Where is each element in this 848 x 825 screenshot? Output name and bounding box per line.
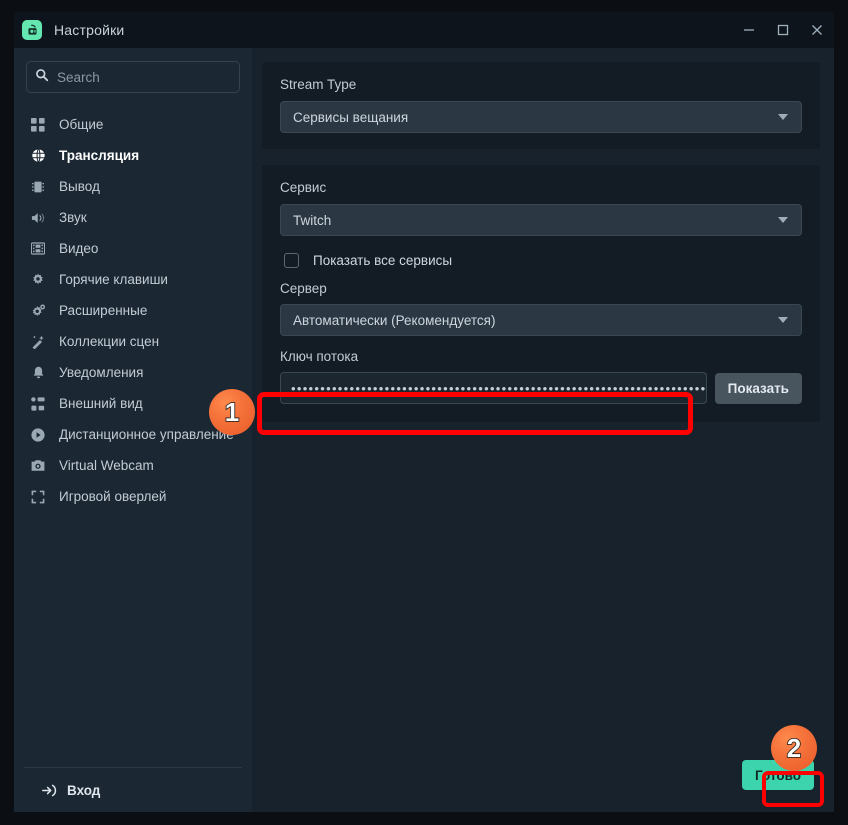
window-controls bbox=[732, 12, 834, 48]
stream-type-card: Stream Type Сервисы вещания bbox=[262, 62, 820, 149]
play-circle-icon bbox=[28, 427, 48, 443]
grid-icon bbox=[28, 117, 48, 133]
sidebar-nav: Общие Трансляция Вывод Звук Видео Горячи… bbox=[14, 107, 252, 512]
settings-window: Настройки Search Общие Трансляция Вывод … bbox=[14, 12, 834, 812]
sidebar-item-label: Трансляция bbox=[59, 148, 140, 163]
server-select[interactable]: Автоматически (Рекомендуется) bbox=[280, 304, 802, 336]
chip-icon bbox=[28, 179, 48, 195]
sidebar-item-notifications[interactable]: Уведомления bbox=[14, 357, 252, 388]
sidebar-item-label: Общие bbox=[59, 117, 104, 132]
gears-icon bbox=[28, 303, 48, 319]
screenshot-root: Настройки Search Общие Трансляция Вывод … bbox=[0, 0, 848, 825]
login-button[interactable]: Вход bbox=[14, 768, 252, 812]
camera-icon bbox=[28, 458, 48, 474]
login-icon bbox=[42, 784, 57, 797]
search-box[interactable] bbox=[26, 61, 240, 93]
stream-key-label: Ключ потока bbox=[280, 349, 359, 364]
sidebar-item-label: Игровой оверлей bbox=[59, 489, 167, 504]
stream-type-value: Сервисы вещания bbox=[293, 109, 409, 125]
window-title: Настройки bbox=[54, 22, 125, 38]
sidebar-item-stream[interactable]: Трансляция bbox=[14, 140, 252, 171]
bell-icon bbox=[28, 365, 48, 381]
search-icon bbox=[35, 68, 49, 87]
camera-app-icon bbox=[22, 20, 42, 40]
show-all-services-row[interactable]: Показать все сервисы bbox=[284, 253, 802, 268]
service-select[interactable]: Twitch bbox=[280, 204, 802, 236]
window-body: Общие Трансляция bbox=[14, 48, 834, 812]
sidebar-item-label: Горячие клавиши bbox=[59, 272, 168, 287]
service-label: Сервис bbox=[280, 180, 327, 195]
chevron-down-icon bbox=[778, 217, 788, 223]
chevron-down-icon bbox=[778, 114, 788, 120]
sidebar-item-virtual-webcam[interactable]: Virtual Webcam bbox=[14, 450, 252, 481]
layout-icon bbox=[28, 396, 48, 412]
maximize-icon[interactable] bbox=[766, 12, 800, 48]
sidebar-item-label: Видео bbox=[59, 241, 99, 256]
show-all-services-checkbox[interactable] bbox=[284, 253, 299, 268]
sidebar-item-label: Коллекции сцен bbox=[59, 334, 160, 349]
sidebar-item-label: Расширенные bbox=[59, 303, 148, 318]
gear-icon bbox=[28, 272, 48, 288]
sidebar-item-advanced[interactable]: Расширенные bbox=[14, 295, 252, 326]
sidebar-item-label: Внешний вид bbox=[59, 396, 143, 411]
sidebar-item-label: Дистанционное управление bbox=[59, 427, 234, 442]
sidebar-item-hotkeys[interactable]: Горячие клавиши bbox=[14, 264, 252, 295]
annotation-badge-2: 2 bbox=[771, 725, 817, 771]
film-icon bbox=[28, 241, 48, 257]
sidebar-item-scene-collections[interactable]: Коллекции сцен bbox=[14, 326, 252, 357]
sidebar-item-label: Virtual Webcam bbox=[59, 458, 154, 473]
footer: Готово bbox=[262, 738, 820, 812]
login-label: Вход bbox=[67, 782, 101, 798]
sidebar-item-output[interactable]: Вывод bbox=[14, 171, 252, 202]
minimize-icon[interactable] bbox=[732, 12, 766, 48]
show-all-services-label: Показать все сервисы bbox=[313, 253, 453, 268]
speaker-icon bbox=[28, 210, 48, 226]
stream-key-row: ••••••••••••••••••••••••••••••••••••••••… bbox=[280, 372, 802, 404]
service-value: Twitch bbox=[293, 212, 332, 228]
chevron-down-icon bbox=[778, 317, 788, 323]
globe-icon bbox=[28, 148, 48, 164]
annotation-badge-1: 1 bbox=[209, 389, 255, 435]
title-bar: Настройки bbox=[14, 12, 834, 48]
sidebar: Общие Трансляция bbox=[14, 48, 252, 812]
sidebar-item-label: Уведомления bbox=[59, 365, 144, 380]
expand-icon bbox=[28, 489, 48, 505]
main-content: Stream Type Сервисы вещания Сервис Twitc… bbox=[252, 48, 834, 812]
show-stream-key-button[interactable]: Показать bbox=[714, 372, 802, 404]
service-card: Сервис Twitch Показать все сервисы Серве… bbox=[262, 165, 820, 422]
main-spacer bbox=[262, 422, 820, 738]
stream-type-label: Stream Type bbox=[280, 77, 357, 92]
sidebar-item-label: Звук bbox=[59, 210, 87, 225]
server-label: Сервер bbox=[280, 281, 327, 296]
sidebar-item-general[interactable]: Общие bbox=[14, 109, 252, 140]
close-icon[interactable] bbox=[800, 12, 834, 48]
stream-type-select[interactable]: Сервисы вещания bbox=[280, 101, 802, 133]
sidebar-item-video[interactable]: Видео bbox=[14, 233, 252, 264]
server-value: Автоматически (Рекомендуется) bbox=[293, 312, 496, 328]
sidebar-item-label: Вывод bbox=[59, 179, 100, 194]
search-input[interactable] bbox=[57, 69, 234, 85]
sidebar-item-audio[interactable]: Звук bbox=[14, 202, 252, 233]
stream-key-input[interactable]: ••••••••••••••••••••••••••••••••••••••••… bbox=[280, 372, 707, 404]
sidebar-item-game-overlay[interactable]: Игровой оверлей bbox=[14, 481, 252, 512]
wand-icon bbox=[28, 334, 48, 350]
